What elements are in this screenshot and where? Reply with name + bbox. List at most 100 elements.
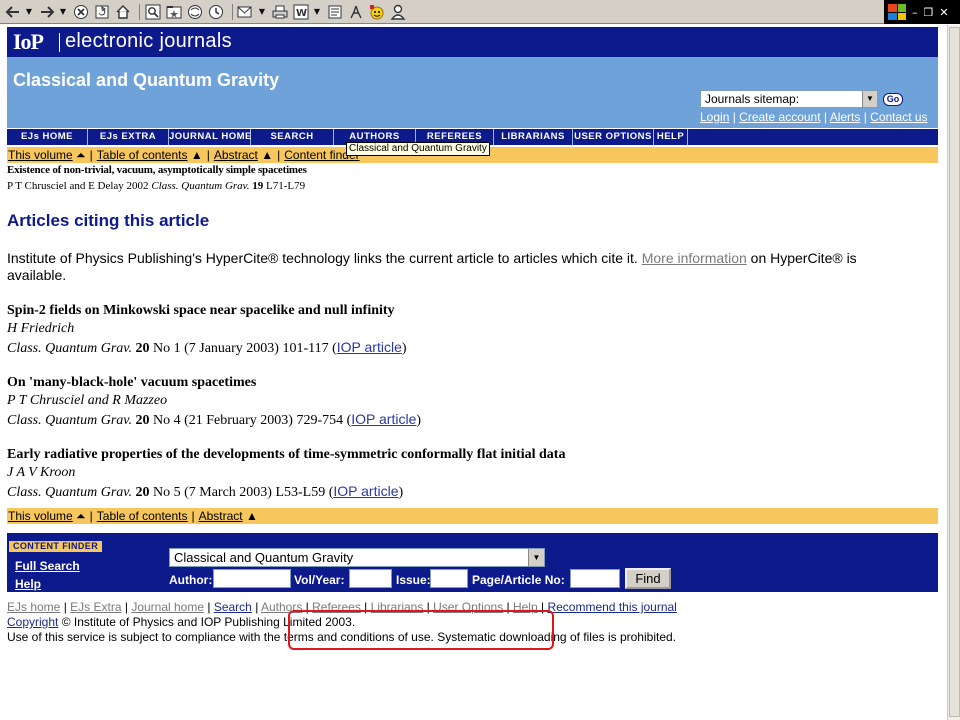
login-link[interactable]: Login [700,110,729,124]
nav-ejs-home[interactable]: EJs HOME [7,129,88,145]
print-icon[interactable] [271,3,289,21]
table-of-contents-link[interactable]: Table of contents [97,148,188,162]
go-button[interactable]: Go [883,93,903,106]
home-icon[interactable] [114,3,132,21]
copyright-link[interactable]: Copyright [7,615,58,629]
citing-volume: 20 [135,413,150,428]
highlight-annotation [288,610,554,650]
stop-icon[interactable] [72,3,90,21]
citing-volume: 20 [135,485,150,500]
journals-sitemap-select[interactable]: Journals sitemap: ▼ [700,90,878,108]
svg-text:W: W [296,8,307,19]
nav-help[interactable]: HELP [654,129,688,145]
footer-search-link[interactable]: Search [214,600,252,614]
scrollbar-thumb[interactable] [949,27,960,717]
history-icon[interactable] [207,3,225,21]
search-icon[interactable] [144,3,162,21]
abstract-link[interactable]: Abstract [214,148,258,162]
full-search-link[interactable]: Full Search [15,559,80,573]
article-title: Existence of non-trivial, vacuum, asympt… [7,164,307,176]
chevron-down-icon[interactable]: ▼ [862,91,877,107]
nav-ejs-extra[interactable]: EJs EXTRA [88,129,169,145]
journal-select-value: Classical and Quantum Gravity [174,550,354,565]
back-icon[interactable] [4,3,22,21]
citing-close: ) [416,413,422,428]
iop-article-link[interactable]: IOP article [337,339,402,355]
user-icon[interactable] [389,3,407,21]
word-icon[interactable]: W [292,3,310,21]
volume-bar-bottom: This volume ⏶ | Table of contents | Abstract… [7,508,938,524]
toolbar-separator [232,3,233,20]
up-arrow-icon: ▲ [261,148,274,162]
citing-close: ) [398,485,404,500]
chevron-down-icon[interactable]: ▼ [528,549,544,566]
recommend-journal-link[interactable]: Recommend this journal [547,600,676,614]
footer-ejs-home-link[interactable]: EJs home [7,600,60,614]
citing-journal: Class. Quantum Grav. [7,413,132,428]
article-authors: P T Chrusciel and E Delay 2002 [7,180,149,192]
help-link[interactable]: Help [15,577,41,591]
mail-dropdown-icon[interactable]: ▼ [258,3,266,21]
edit-dropdown-icon[interactable]: ▼ [313,3,321,21]
account-links: Login | Create account | Alerts | Contac… [700,110,928,124]
citing-article-citation: Class. Quantum Grav. 20 No 1 (7 January … [7,338,907,358]
nav-journal-home[interactable]: JOURNAL HOME [169,129,251,145]
close-icon[interactable]: ✕ [939,6,948,19]
minimize-icon[interactable]: – [912,6,918,19]
content-finder-label: CONTENT FINDER [9,541,103,552]
contact-us-link[interactable]: Contact us [870,110,927,124]
discuss-icon[interactable] [326,3,344,21]
restore-icon[interactable]: ❐ [924,6,934,19]
refresh-icon[interactable] [93,3,111,21]
intro-text: Institute of Physics Publishing's HyperC… [7,250,638,266]
author-input[interactable] [213,569,291,588]
logo-bar: IoP electronic journals [7,27,938,57]
forward-dropdown-icon[interactable]: ▼ [59,3,67,21]
mail-icon[interactable] [237,3,255,21]
list-item: Early radiative properties of the develo… [7,446,907,502]
page-scrollbar[interactable] [947,25,960,720]
site-name[interactable]: electronic journals [65,30,232,53]
citing-article-citation: Class. Quantum Grav. 20 No 4 (21 Februar… [7,410,907,430]
citing-volume: 20 [135,341,150,356]
citing-details: No 1 (7 January 2003) 101-117 ( [152,341,337,356]
citing-article-title: Early radiative properties of the develo… [7,447,566,462]
table-of-contents-link[interactable]: Table of contents [97,509,188,523]
favorites-icon[interactable] [165,3,183,21]
this-volume-link[interactable]: This volume [8,148,73,162]
find-button[interactable]: Find [625,568,671,589]
page-article-label: Page/Article No: [472,573,565,587]
page-article-input[interactable] [570,569,620,588]
article-pages: L71-L79 [266,180,306,192]
page-title: Articles citing this article [7,211,210,230]
journal-select[interactable]: Classical and Quantum Gravity ▼ [169,548,545,567]
citing-article-authors: J A V Kroon [7,465,76,480]
media-icon[interactable] [186,3,204,21]
this-volume-link[interactable]: This volume [8,509,73,523]
more-information-link[interactable]: More information [642,250,747,266]
citing-details: No 4 (21 February 2003) 729-754 ( [152,413,352,428]
footer-ejs-extra-link[interactable]: EJs Extra [70,600,121,614]
create-account-link[interactable]: Create account [739,110,820,124]
abstract-link[interactable]: Abstract [199,509,243,523]
issue-label: Issue: [396,573,431,587]
alerts-link[interactable]: Alerts [830,110,861,124]
nav-librarians[interactable]: LIBRARIANS [494,129,573,145]
iop-article-link[interactable]: IOP article [333,483,398,499]
volyear-input[interactable] [349,569,392,588]
smiley-icon[interactable] [368,3,386,21]
forward-icon[interactable] [38,3,56,21]
iop-logo[interactable]: IoP [13,29,44,55]
volyear-label: Vol/Year: [294,573,345,587]
nav-search[interactable]: SEARCH [251,129,334,145]
list-item: On 'many-black-hole' vacuum spacetimes P… [7,374,907,430]
up-arrow-icon: ▲ [245,509,258,523]
messenger-icon[interactable] [347,3,365,21]
citing-article-title: On 'many-black-hole' vacuum spacetimes [7,375,257,390]
nav-user-options[interactable]: USER OPTIONS [573,129,654,145]
iop-article-link[interactable]: IOP article [351,411,416,427]
back-dropdown-icon[interactable]: ▼ [25,3,33,21]
footer-journal-home-link[interactable]: Journal home [131,600,204,614]
tooltip: Classical and Quantum Gravity [346,142,490,156]
issue-input[interactable] [430,569,468,588]
